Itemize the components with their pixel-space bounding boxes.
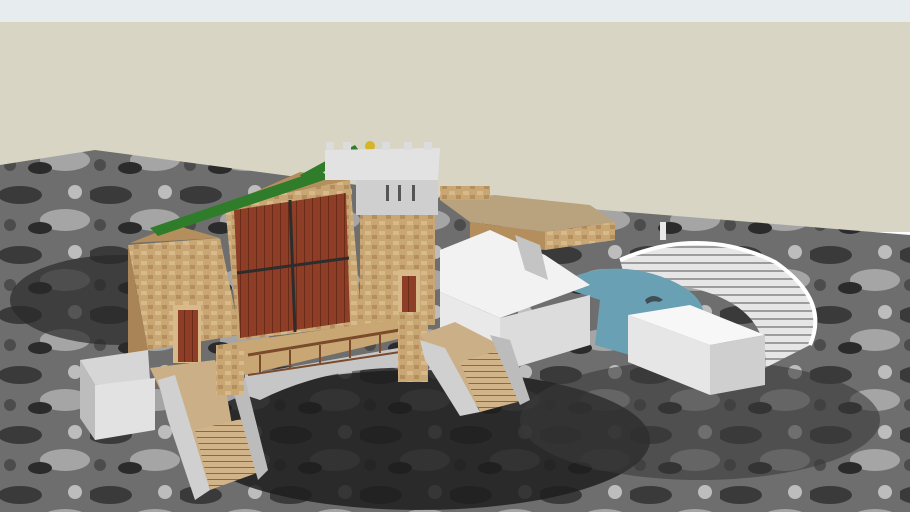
- 3d-viewport[interactable]: [0, 0, 910, 512]
- model-scene[interactable]: [0, 0, 910, 512]
- top-strip: [0, 0, 910, 22]
